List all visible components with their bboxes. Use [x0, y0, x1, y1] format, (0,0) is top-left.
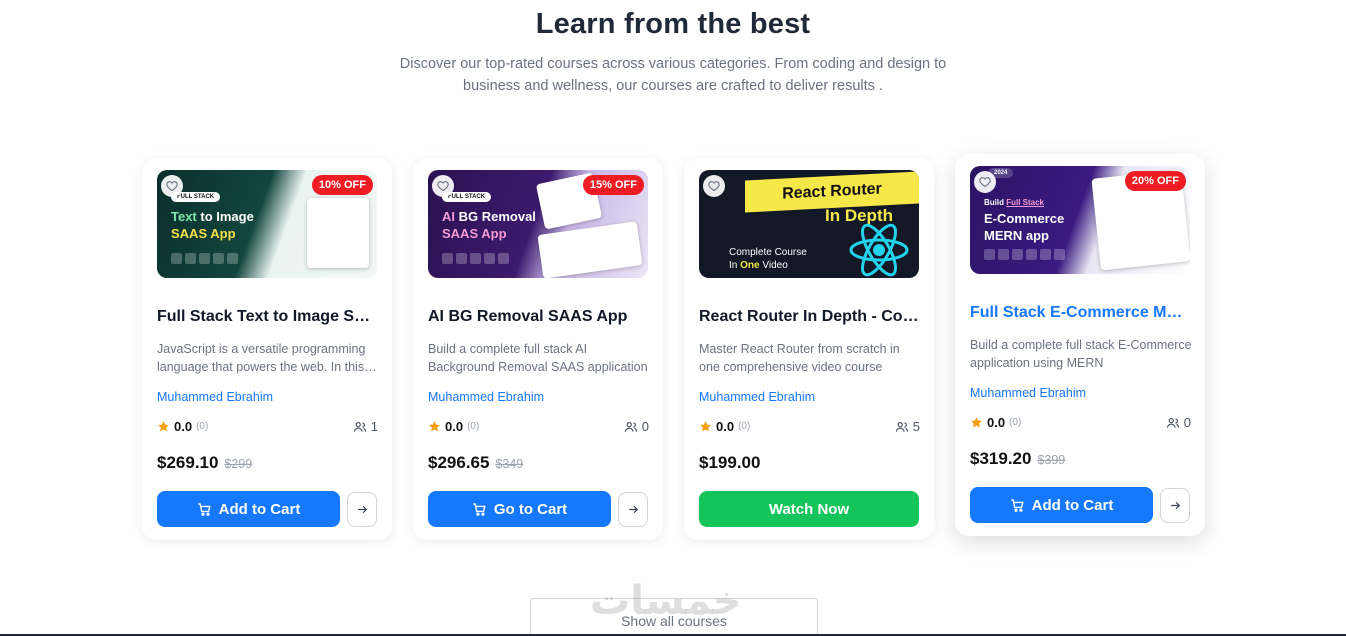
star-icon — [700, 421, 711, 432]
rating-value: 0.0 — [445, 419, 464, 434]
course-thumbnail[interactable]: FULL STACK Text to Image SAAS App 10% OF… — [157, 170, 377, 278]
current-price: $296.65 — [428, 453, 490, 472]
course-author-link[interactable]: Muhammed Ebrahim — [699, 390, 815, 404]
thumbnail-tech-icons — [984, 249, 1065, 260]
star-icon — [971, 417, 982, 428]
rating-count: (0) — [196, 421, 209, 432]
course-thumbnail[interactable]: FULL STACK AI BG Removal SAAS App 15% OF… — [428, 170, 648, 278]
course-title[interactable]: React Router In Depth - Complete Course — [699, 308, 921, 326]
rating-value: 0.0 — [174, 419, 193, 434]
original-price: $399 — [1037, 453, 1066, 467]
thumbnail-screenshot — [537, 221, 643, 278]
users-icon — [353, 421, 366, 432]
thumbnail-kicker: Build Full Stack — [984, 198, 1045, 207]
cart-icon — [473, 502, 486, 516]
rating-value: 0.0 — [716, 419, 735, 434]
star-icon — [429, 421, 440, 432]
enrolled-students: 5 — [895, 419, 920, 434]
button-label: Watch Now — [768, 500, 850, 518]
rating-count: (0) — [1009, 417, 1022, 428]
view-course-arrow-button[interactable] — [1160, 488, 1190, 523]
course-author-link[interactable]: Muhammed Ebrahim — [970, 386, 1086, 400]
course-price: $269.10 $299 — [157, 453, 252, 473]
original-price: $349 — [495, 457, 524, 471]
favorite-heart-icon[interactable] — [703, 175, 725, 197]
thumbnail-title: E-Commerce MERN app — [984, 211, 1065, 243]
original-price: $299 — [224, 457, 253, 471]
enrolled-students: 0 — [1166, 415, 1191, 430]
cart-icon — [197, 502, 211, 516]
add-to-cart-button[interactable]: Add to Cart — [157, 491, 340, 527]
discount-badge: 10% OFF — [311, 175, 373, 195]
favorite-heart-icon[interactable] — [161, 175, 183, 197]
enrolled-students: 1 — [353, 419, 378, 434]
course-thumbnail[interactable]: 2024 Build Full Stack E-Commerce MERN ap… — [970, 166, 1190, 274]
course-author-link[interactable]: Muhammed Ebrahim — [157, 390, 273, 404]
cart-icon — [1010, 498, 1024, 512]
course-rating: 0.0 (0) — [157, 419, 208, 434]
course-price: $296.65 $349 — [428, 453, 523, 473]
rating-count: (0) — [467, 421, 480, 432]
discount-badge: 20% OFF — [1124, 171, 1186, 191]
star-icon — [158, 421, 169, 432]
add-to-cart-button[interactable]: Add to Cart — [970, 487, 1153, 523]
students-count: 1 — [370, 419, 378, 434]
thumbnail-caption: Complete Course In One Video — [729, 247, 807, 271]
course-description: Build a complete full stack AI Backgroun… — [428, 342, 648, 374]
course-author-link[interactable]: Muhammed Ebrahim — [428, 390, 544, 404]
arrow-right-icon — [357, 505, 367, 514]
arrow-right-icon — [628, 505, 638, 514]
course-thumbnail[interactable]: React Router In Depth Complete Course In… — [699, 170, 919, 278]
favorite-heart-icon[interactable] — [432, 175, 454, 197]
button-label: Add to Cart — [218, 500, 301, 518]
course-description: Master React Router from scratch in one … — [699, 342, 900, 374]
course-rating: 0.0 (0) — [970, 415, 1021, 430]
course-price: $319.20 $399 — [970, 449, 1065, 469]
arrow-right-icon — [1170, 501, 1180, 510]
course-card[interactable]: FULL STACK AI BG Removal SAAS App 15% OF… — [413, 158, 663, 540]
thumbnail-tech-icons — [171, 253, 238, 264]
section-title: Learn from the best — [535, 8, 811, 40]
discount-badge: 15% OFF — [582, 175, 644, 195]
rating-count: (0) — [738, 421, 751, 432]
course-title[interactable]: Full Stack E-Commerce MERN App — [970, 304, 1192, 322]
go-to-cart-button[interactable]: Go to Cart — [428, 491, 611, 527]
students-count: 0 — [1183, 415, 1191, 430]
course-card[interactable]: React Router In Depth Complete Course In… — [684, 158, 934, 540]
current-price: $269.10 — [157, 453, 219, 472]
thumbnail-screenshot — [307, 198, 369, 268]
course-rating: 0.0 (0) — [428, 419, 479, 434]
enrolled-students: 0 — [624, 419, 649, 434]
thumbnail-tech-icons — [442, 253, 509, 264]
rating-value: 0.0 — [987, 415, 1006, 430]
react-logo-icon — [849, 223, 909, 277]
course-description: Build a complete full stack E-Commerce a… — [970, 338, 1192, 370]
users-icon — [624, 421, 637, 432]
section-subtitle: Discover our top-rated courses across va… — [399, 56, 947, 94]
watermark-logo: خمسات — [590, 578, 742, 624]
students-count: 5 — [912, 419, 920, 434]
current-price: $199.00 — [699, 453, 761, 472]
button-label: Add to Cart — [1031, 496, 1114, 514]
course-rating: 0.0 (0) — [699, 419, 750, 434]
course-card[interactable]: FULL STACK Text to Image SAAS App 10% OF… — [142, 158, 392, 540]
users-icon — [1166, 417, 1179, 428]
view-course-arrow-button[interactable] — [618, 492, 648, 527]
thumbnail-title: AI BG Removal SAAS App — [442, 209, 536, 241]
course-description: JavaScript is a versatile programming la… — [157, 342, 366, 374]
students-count: 0 — [641, 419, 649, 434]
users-icon — [895, 421, 908, 432]
watch-now-button[interactable]: Watch Now — [699, 491, 919, 527]
view-course-arrow-button[interactable] — [347, 492, 377, 527]
button-label: Go to Cart — [493, 500, 568, 518]
course-title[interactable]: Full Stack Text to Image SAAS App — [157, 308, 379, 326]
course-card[interactable]: 2024 Build Full Stack E-Commerce MERN ap… — [955, 154, 1205, 536]
course-price: $199.00 — [699, 453, 760, 473]
current-price: $319.20 — [970, 449, 1032, 468]
favorite-heart-icon[interactable] — [974, 171, 996, 193]
thumbnail-title: Text to Image SAAS App — [171, 209, 254, 241]
course-title[interactable]: AI BG Removal SAAS App — [428, 308, 650, 326]
